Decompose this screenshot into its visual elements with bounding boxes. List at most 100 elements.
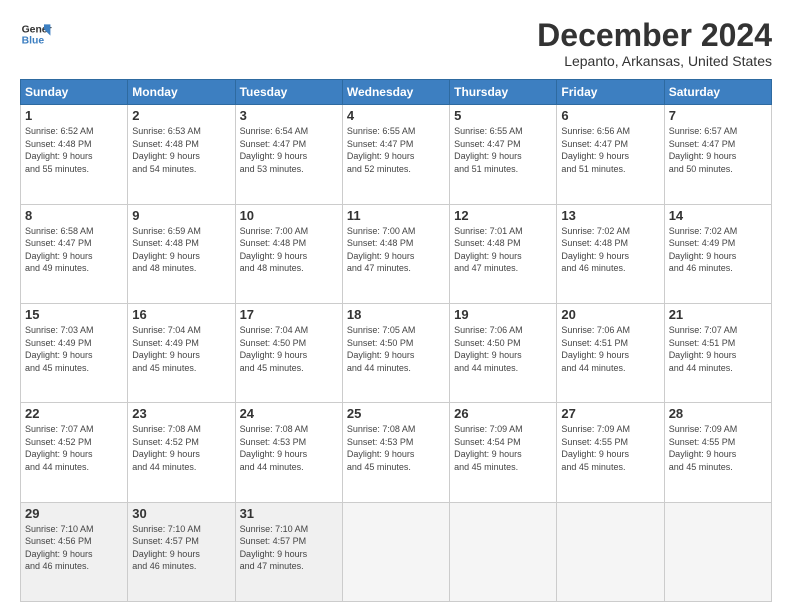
calendar-cell: 28 Sunrise: 7:09 AM Sunset: 4:55 PM Dayli…	[664, 403, 771, 502]
calendar-cell: 17Sunrise: 7:04 AM Sunset: 4:50 PM Dayli…	[235, 303, 342, 402]
calendar-cell: 14Sunrise: 7:02 AM Sunset: 4:49 PM Dayli…	[664, 204, 771, 303]
calendar-body: 1 Sunrise: 6:52 AM Sunset: 4:48 PM Daylig…	[21, 105, 772, 602]
day-number: 22	[25, 406, 123, 421]
day-number: 30	[132, 506, 230, 521]
calendar-cell	[557, 502, 664, 601]
days-of-week-row: SundayMondayTuesdayWednesdayThursdayFrid…	[21, 80, 772, 105]
day-number: 11	[347, 208, 445, 223]
day-number: 9	[132, 208, 230, 223]
calendar-cell	[342, 502, 449, 601]
calendar-cell: 27Sunrise: 7:09 AM Sunset: 4:55 PM Dayli…	[557, 403, 664, 502]
calendar-cell: 4Sunrise: 6:55 AM Sunset: 4:47 PM Daylig…	[342, 105, 449, 204]
calendar-cell: 6 Sunrise: 6:56 AM Sunset: 4:47 PM Daylig…	[557, 105, 664, 204]
day-info: Sunrise: 7:09 AM Sunset: 4:54 PM Dayligh…	[454, 423, 552, 473]
calendar-cell: 29 Sunrise: 7:10 AM Sunset: 4:56 PM Dayli…	[21, 502, 128, 601]
day-of-week-header: Wednesday	[342, 80, 449, 105]
day-number: 13	[561, 208, 659, 223]
calendar-cell: 2 Sunrise: 6:53 AM Sunset: 4:48 PM Daylig…	[128, 105, 235, 204]
calendar-week-row: 29 Sunrise: 7:10 AM Sunset: 4:56 PM Dayli…	[21, 502, 772, 601]
day-number: 1	[25, 108, 123, 123]
day-info: Sunrise: 6:56 AM Sunset: 4:47 PM Dayligh…	[561, 125, 659, 175]
day-info: Sunrise: 6:59 AM Sunset: 4:48 PM Dayligh…	[132, 225, 230, 275]
calendar-cell: 1 Sunrise: 6:52 AM Sunset: 4:48 PM Daylig…	[21, 105, 128, 204]
calendar-cell: 22Sunrise: 7:07 AM Sunset: 4:52 PM Dayli…	[21, 403, 128, 502]
calendar-week-row: 1 Sunrise: 6:52 AM Sunset: 4:48 PM Daylig…	[21, 105, 772, 204]
calendar-cell: 24Sunrise: 7:08 AM Sunset: 4:53 PM Dayli…	[235, 403, 342, 502]
day-number: 3	[240, 108, 338, 123]
day-number: 15	[25, 307, 123, 322]
calendar-cell: 9 Sunrise: 6:59 AM Sunset: 4:48 PM Daylig…	[128, 204, 235, 303]
calendar-cell	[450, 502, 557, 601]
svg-text:Blue: Blue	[22, 36, 45, 47]
location-subtitle: Lepanto, Arkansas, United States	[537, 53, 772, 69]
day-number: 7	[669, 108, 767, 123]
general-blue-logo-icon: General Blue	[20, 18, 52, 50]
calendar-cell: 10 Sunrise: 7:00 AM Sunset: 4:48 PM Dayli…	[235, 204, 342, 303]
day-info: Sunrise: 7:10 AM Sunset: 4:57 PM Dayligh…	[132, 523, 230, 573]
day-of-week-header: Friday	[557, 80, 664, 105]
calendar-cell: 31Sunrise: 7:10 AM Sunset: 4:57 PM Dayli…	[235, 502, 342, 601]
calendar-cell	[664, 502, 771, 601]
day-info: Sunrise: 7:00 AM Sunset: 4:48 PM Dayligh…	[240, 225, 338, 275]
calendar-cell: 11Sunrise: 7:00 AM Sunset: 4:48 PM Dayli…	[342, 204, 449, 303]
day-info: Sunrise: 6:57 AM Sunset: 4:47 PM Dayligh…	[669, 125, 767, 175]
day-info: Sunrise: 7:06 AM Sunset: 4:50 PM Dayligh…	[454, 324, 552, 374]
day-info: Sunrise: 7:02 AM Sunset: 4:49 PM Dayligh…	[669, 225, 767, 275]
calendar-page: General Blue December 2024 Lepanto, Arka…	[0, 0, 792, 612]
day-number: 10	[240, 208, 338, 223]
day-number: 23	[132, 406, 230, 421]
day-info: Sunrise: 6:52 AM Sunset: 4:48 PM Dayligh…	[25, 125, 123, 175]
day-number: 28	[669, 406, 767, 421]
day-info: Sunrise: 7:09 AM Sunset: 4:55 PM Dayligh…	[669, 423, 767, 473]
header: General Blue December 2024 Lepanto, Arka…	[20, 18, 772, 69]
calendar-cell: 21Sunrise: 7:07 AM Sunset: 4:51 PM Dayli…	[664, 303, 771, 402]
calendar-cell: 19Sunrise: 7:06 AM Sunset: 4:50 PM Dayli…	[450, 303, 557, 402]
day-info: Sunrise: 6:58 AM Sunset: 4:47 PM Dayligh…	[25, 225, 123, 275]
day-info: Sunrise: 7:02 AM Sunset: 4:48 PM Dayligh…	[561, 225, 659, 275]
calendar-cell: 23 Sunrise: 7:08 AM Sunset: 4:52 PM Dayli…	[128, 403, 235, 502]
calendar-cell: 20Sunrise: 7:06 AM Sunset: 4:51 PM Dayli…	[557, 303, 664, 402]
day-number: 21	[669, 307, 767, 322]
calendar-header: SundayMondayTuesdayWednesdayThursdayFrid…	[21, 80, 772, 105]
day-info: Sunrise: 7:03 AM Sunset: 4:49 PM Dayligh…	[25, 324, 123, 374]
day-info: Sunrise: 6:53 AM Sunset: 4:48 PM Dayligh…	[132, 125, 230, 175]
day-number: 5	[454, 108, 552, 123]
day-number: 27	[561, 406, 659, 421]
day-info: Sunrise: 7:08 AM Sunset: 4:52 PM Dayligh…	[132, 423, 230, 473]
day-number: 20	[561, 307, 659, 322]
day-info: Sunrise: 7:10 AM Sunset: 4:56 PM Dayligh…	[25, 523, 123, 573]
month-title: December 2024	[537, 18, 772, 53]
day-of-week-header: Sunday	[21, 80, 128, 105]
title-block: December 2024 Lepanto, Arkansas, United …	[537, 18, 772, 69]
day-number: 29	[25, 506, 123, 521]
day-info: Sunrise: 6:55 AM Sunset: 4:47 PM Dayligh…	[454, 125, 552, 175]
calendar-week-row: 8 Sunrise: 6:58 AM Sunset: 4:47 PM Daylig…	[21, 204, 772, 303]
calendar-cell: 16 Sunrise: 7:04 AM Sunset: 4:49 PM Dayli…	[128, 303, 235, 402]
day-number: 8	[25, 208, 123, 223]
calendar-cell: 7 Sunrise: 6:57 AM Sunset: 4:47 PM Daylig…	[664, 105, 771, 204]
day-number: 2	[132, 108, 230, 123]
day-info: Sunrise: 7:08 AM Sunset: 4:53 PM Dayligh…	[347, 423, 445, 473]
day-number: 6	[561, 108, 659, 123]
day-info: Sunrise: 7:04 AM Sunset: 4:49 PM Dayligh…	[132, 324, 230, 374]
day-of-week-header: Monday	[128, 80, 235, 105]
calendar-cell: 13 Sunrise: 7:02 AM Sunset: 4:48 PM Dayli…	[557, 204, 664, 303]
day-number: 31	[240, 506, 338, 521]
day-info: Sunrise: 7:08 AM Sunset: 4:53 PM Dayligh…	[240, 423, 338, 473]
calendar-cell: 30 Sunrise: 7:10 AM Sunset: 4:57 PM Dayli…	[128, 502, 235, 601]
calendar-cell: 15 Sunrise: 7:03 AM Sunset: 4:49 PM Dayli…	[21, 303, 128, 402]
day-number: 4	[347, 108, 445, 123]
calendar-week-row: 15 Sunrise: 7:03 AM Sunset: 4:49 PM Dayli…	[21, 303, 772, 402]
day-of-week-header: Saturday	[664, 80, 771, 105]
calendar-cell: 12 Sunrise: 7:01 AM Sunset: 4:48 PM Dayli…	[450, 204, 557, 303]
calendar-cell: 26Sunrise: 7:09 AM Sunset: 4:54 PM Dayli…	[450, 403, 557, 502]
calendar-cell: 18Sunrise: 7:05 AM Sunset: 4:50 PM Dayli…	[342, 303, 449, 402]
day-number: 16	[132, 307, 230, 322]
calendar-cell: 8 Sunrise: 6:58 AM Sunset: 4:47 PM Daylig…	[21, 204, 128, 303]
day-number: 18	[347, 307, 445, 322]
day-info: Sunrise: 7:01 AM Sunset: 4:48 PM Dayligh…	[454, 225, 552, 275]
day-info: Sunrise: 7:04 AM Sunset: 4:50 PM Dayligh…	[240, 324, 338, 374]
calendar-cell: 3Sunrise: 6:54 AM Sunset: 4:47 PM Daylig…	[235, 105, 342, 204]
day-of-week-header: Thursday	[450, 80, 557, 105]
day-number: 12	[454, 208, 552, 223]
